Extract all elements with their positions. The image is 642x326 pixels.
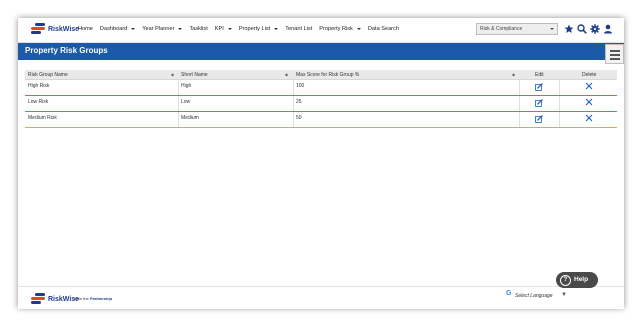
language-select-label: Select Language (515, 293, 553, 299)
column-divider (519, 112, 520, 127)
star-icon[interactable] (564, 24, 574, 34)
menu-line (610, 58, 620, 60)
nav-item-property-list[interactable]: Property List (238, 26, 279, 32)
menu-line (610, 50, 620, 52)
app-window: RiskWise Home Dashboard Year Planner Tas… (18, 18, 624, 309)
footer-logo[interactable]: RiskWise (31, 293, 79, 305)
nav-item-kpi[interactable]: KPI (215, 26, 232, 32)
module-select-value: Risk & Compliance (480, 26, 523, 32)
column-header-name[interactable]: Risk Group Name (28, 72, 68, 78)
column-header-delete: Delete (582, 72, 597, 78)
table-row[interactable]: High Risk High 100 (25, 80, 617, 96)
column-divider (519, 80, 520, 95)
column-header-short[interactable]: Short Name (181, 72, 208, 78)
risk-group-name: Low Risk (28, 99, 49, 105)
column-divider (559, 96, 560, 111)
brand-name: RiskWise (48, 25, 80, 33)
max-score: 50 (296, 115, 302, 121)
logo-mark-icon (31, 23, 45, 35)
edit-icon[interactable] (535, 83, 543, 91)
module-select[interactable]: Risk & Compliance (476, 23, 558, 35)
nav-item-data-search[interactable]: Data Search (368, 26, 399, 32)
column-header-max[interactable]: Max Score for Risk Group % (296, 72, 359, 78)
edit-icon[interactable] (535, 99, 543, 107)
max-score: 25 (296, 99, 302, 105)
gear-icon[interactable] (590, 24, 600, 34)
nav-label: Tasklist (189, 26, 208, 32)
user-icon[interactable] (603, 24, 613, 34)
sort-icon[interactable]: ◆ (171, 72, 174, 77)
column-header-edit: Edit (535, 72, 544, 78)
short-name: Low (181, 99, 191, 105)
risk-group-name: Medium Risk (28, 115, 57, 121)
main-nav: Home Dashboard Year Planner Tasklist KPI… (78, 26, 406, 32)
caret-down-icon (131, 28, 136, 30)
column-divider (293, 112, 294, 127)
nav-item-dashboard[interactable]: Dashboard (99, 26, 136, 32)
nav-item-tenant-list[interactable]: Tenant List (285, 26, 312, 32)
nav-label: Property Risk (319, 26, 353, 32)
table-header-row: Risk Group Name ◆ Short Name ◆ Max Score… (25, 70, 617, 80)
search-icon[interactable] (577, 24, 587, 34)
brand-logo[interactable]: RiskWise (31, 23, 79, 35)
delete-icon[interactable] (585, 82, 593, 90)
nav-label: Data Search (367, 26, 399, 32)
partnership-tagline: from the Partnership (74, 296, 112, 301)
language-select[interactable]: G Select Language ▼ (506, 290, 568, 301)
nav-item-tasklist[interactable]: Tasklist (189, 26, 207, 32)
column-divider (178, 96, 179, 111)
column-divider (519, 96, 520, 111)
delete-icon[interactable] (585, 114, 593, 122)
sort-icon[interactable]: ◆ (512, 72, 515, 77)
help-button[interactable]: ? Help (556, 272, 598, 288)
short-name: High (181, 83, 192, 89)
nav-item-property-risk[interactable]: Property Risk (319, 26, 361, 32)
footer: RiskWise from the Partnership G Select L… (18, 286, 624, 309)
edit-icon[interactable] (535, 115, 543, 123)
table-row[interactable]: Medium Risk Medium 50 (25, 112, 617, 128)
google-icon: G (506, 290, 512, 297)
top-navbar: RiskWise Home Dashboard Year Planner Tas… (18, 18, 624, 43)
nav-label: KPI (214, 26, 224, 32)
menu-line (610, 54, 620, 56)
nav-item-year-planner[interactable]: Year Planner (142, 26, 183, 32)
page-title: Property Risk Groups (25, 46, 108, 55)
nav-label: Property List (238, 26, 271, 32)
column-divider (178, 112, 179, 127)
nav-label: Tenant List (285, 26, 313, 32)
nav-label: Year Planner (142, 26, 175, 32)
question-icon: ? (560, 275, 571, 286)
menu-toggle-button[interactable] (605, 44, 624, 64)
caret-down-icon (356, 28, 361, 30)
tagline-partner: Partnership (89, 296, 113, 301)
tagline-prefix: from the (74, 296, 89, 301)
logo-mark-icon (31, 293, 45, 305)
caret-down-icon (178, 28, 183, 30)
risk-groups-table: Risk Group Name ◆ Short Name ◆ Max Score… (25, 70, 617, 128)
column-divider (293, 80, 294, 95)
table-row[interactable]: Low Risk Low 25 (25, 96, 617, 112)
column-divider (178, 80, 179, 95)
help-label: Help (574, 276, 589, 283)
risk-group-name: High Risk (28, 83, 50, 89)
page-header: Property Risk Groups (18, 43, 624, 60)
chevron-down-icon (550, 28, 554, 30)
nav-item-home[interactable]: Home (78, 26, 93, 32)
sort-icon[interactable]: ◆ (285, 72, 288, 77)
chevron-down-icon: ▼ (561, 292, 567, 298)
caret-down-icon (227, 28, 232, 30)
column-divider (559, 80, 560, 95)
nav-label: Home (78, 26, 93, 32)
nav-label: Dashboard (99, 26, 128, 32)
short-name: Medium (181, 115, 199, 121)
caret-down-icon (274, 28, 279, 30)
column-divider (293, 96, 294, 111)
delete-icon[interactable] (585, 98, 593, 106)
max-score: 100 (296, 83, 305, 89)
column-divider (559, 112, 560, 127)
